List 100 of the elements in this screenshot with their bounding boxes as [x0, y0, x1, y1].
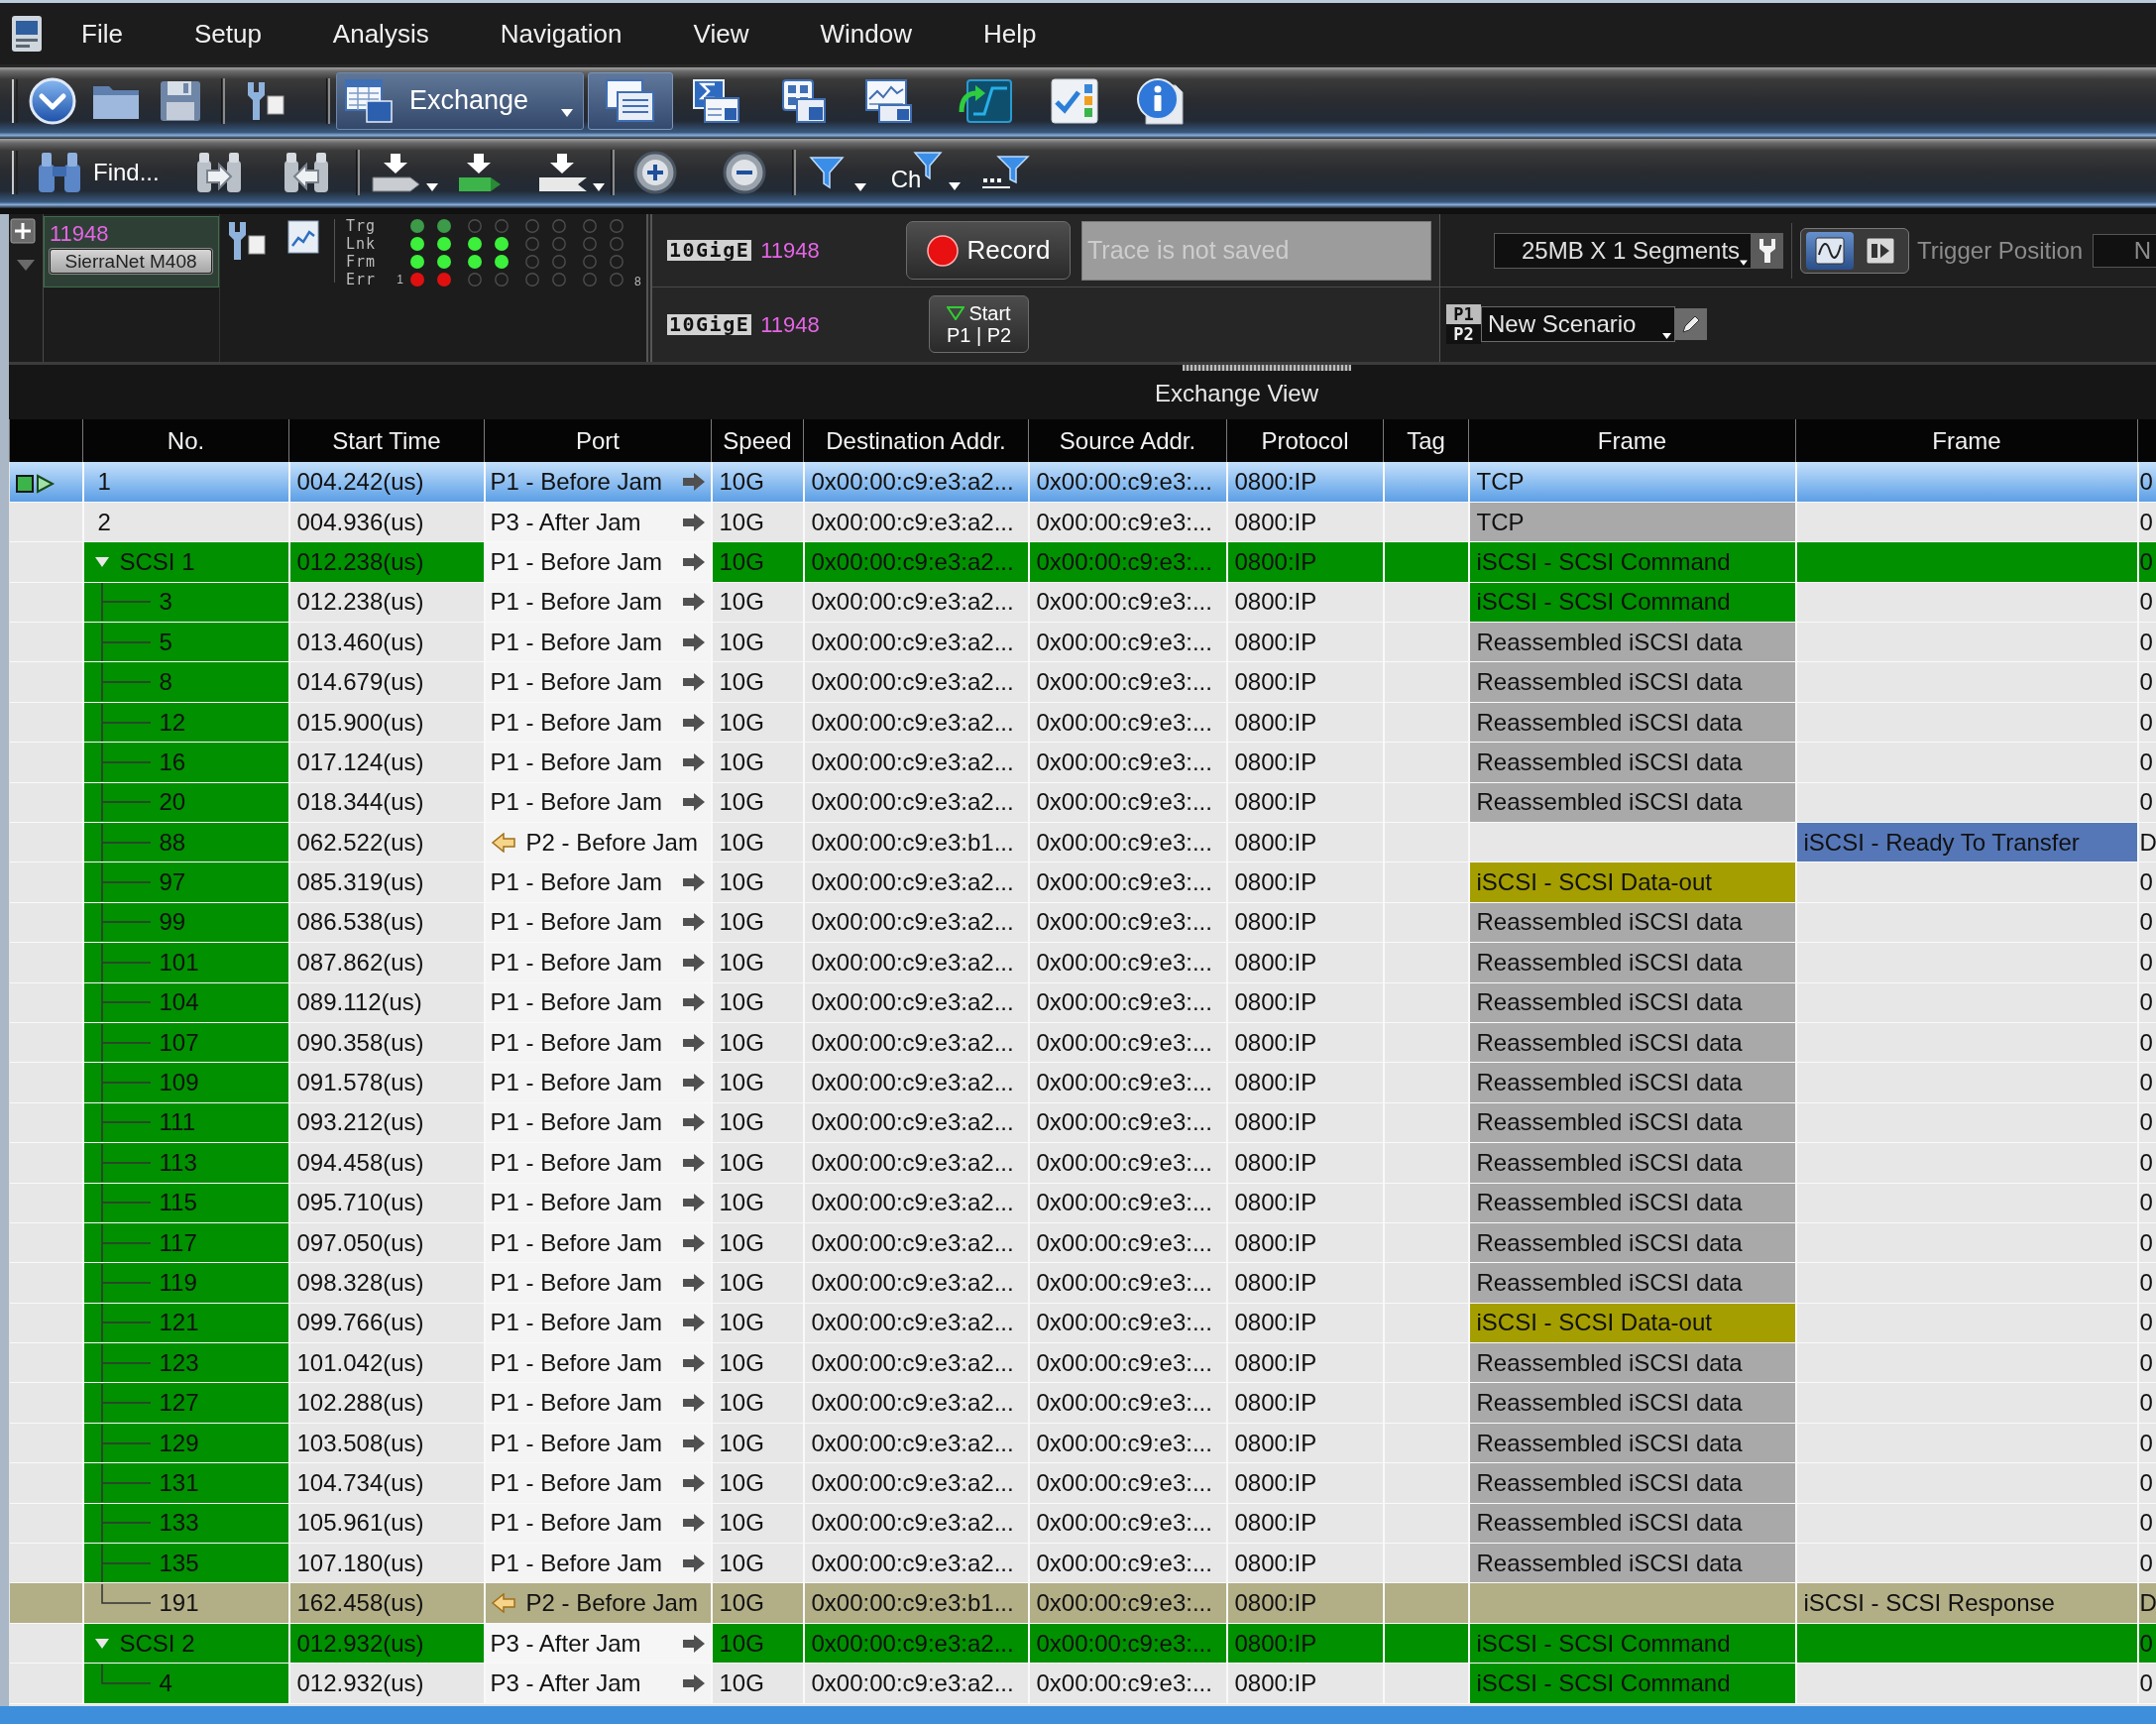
- filter-icon[interactable]: [980, 154, 1031, 190]
- table-cell: 0x00:00:c9:e3:...: [1028, 1342, 1227, 1383]
- splitter-handle[interactable]: [1183, 365, 1351, 371]
- table-row[interactable]: 99 086.538(us) P1 - Before Jam 10G 0x00:00:c9:e3:a2... 0x00:00:c9:e3:... 0800:IP Reassembled iSCSI data 0: [9, 902, 2156, 943]
- table-cell: 102.288(us): [288, 1383, 485, 1424]
- table-cell: 0x00:00:c9:e3:a2...: [803, 1423, 1029, 1463]
- table-row[interactable]: SCSI 2 012.932(us) P3 - After Jam 10G 0x00:00:c9:e3:a2... 0x00:00:c9:e3:... 0800:IP iSCSI - SCSI Command 0: [9, 1623, 2156, 1664]
- minus-circle-icon[interactable]: [722, 150, 766, 194]
- table-row[interactable]: 104 089.112(us) P1 - Before Jam 10G 0x00:00:c9:e3:a2... 0x00:00:c9:e3:... 0800:IP Reassembled iSCSI data 0: [9, 982, 2156, 1023]
- table-row[interactable]: 123 101.042(us) P1 - Before Jam 10G 0x00:00:c9:e3:a2... 0x00:00:c9:e3:... 0800:IP Reassembled iSCSI data 0: [9, 1342, 2156, 1383]
- table-cell: 10G: [711, 541, 804, 583]
- table-cell: 10G: [711, 1462, 804, 1504]
- tree-connector: [100, 1664, 151, 1684]
- table-cell: 0x00:00:c9:e3:...: [1028, 1062, 1227, 1103]
- table-row[interactable]: 1 004.242(us) P1 - Before Jam 10G 0x00:00:c9:e3:a2... 0x00:00:c9:e3:... 0800:IP TCP 0: [9, 462, 2156, 503]
- channel-filter-button[interactable]: Ch: [890, 150, 962, 194]
- table-cell: 012.932(us): [288, 1623, 485, 1664]
- table-row[interactable]: 97 085.319(us) P1 - Before Jam 10G 0x00:00:c9:e3:a2... 0x00:00:c9:e3:... 0800:IP iSCSI - SCSI Data-out 0: [9, 862, 2156, 903]
- table-cell: 0x00:00:c9:e3:...: [1028, 1022, 1227, 1063]
- table-row[interactable]: 4 012.932(us) P3 - After Jam 10G 0x00:00:c9:e3:a2... 0x00:00:c9:e3:... 0800:IP iSCSI - SCSI Command 0: [9, 1663, 2156, 1704]
- edit-button[interactable]: [1675, 308, 1707, 340]
- table-cell: 10G: [711, 1102, 804, 1143]
- row-number: 16: [159, 748, 186, 775]
- waveform-icon[interactable]: [958, 77, 1013, 124]
- start-button[interactable]: Start P1 | P2: [929, 295, 1029, 353]
- table-row[interactable]: 5 013.460(us) P1 - Before Jam 10G 0x00:00:c9:e3:a2... 0x00:00:c9:e3:... 0800:IP Reassembled iSCSI data 0: [9, 622, 2156, 662]
- expand-triangle-icon[interactable]: [94, 556, 109, 567]
- table-cell: 10G: [711, 1222, 804, 1263]
- table-row[interactable]: 133 105.961(us) P1 - Before Jam 10G 0x00:00:c9:e3:a2... 0x00:00:c9:e3:... 0800:IP Reassembled iSCSI data 0: [9, 1503, 2156, 1544]
- table-cell: Reassembled iSCSI data: [1468, 661, 1796, 703]
- download-arrow-icon[interactable]: [370, 151, 422, 193]
- download-arrow-icon[interactable]: [536, 151, 589, 193]
- menu-item[interactable]: Setup: [158, 14, 297, 54]
- table-row[interactable]: 101 087.862(us) P1 - Before Jam 10G 0x00:00:c9:e3:a2... 0x00:00:c9:e3:... 0800:IP Reassembled iSCSI data 0: [9, 942, 2156, 983]
- table-cell: Reassembled iSCSI data: [1468, 1543, 1796, 1583]
- table-row[interactable]: 16 017.124(us) P1 - Before Jam 10G 0x00:00:c9:e3:a2... 0x00:00:c9:e3:... 0800:IP Reassembled iSCSI data 0: [9, 742, 2156, 783]
- filter-icon[interactable]: [808, 154, 845, 190]
- table-cell: 0800:IP: [1226, 1062, 1384, 1103]
- table-cell: 0x00:00:c9:e3:a2...: [803, 942, 1029, 983]
- table-row[interactable]: 117 097.050(us) P1 - Before Jam 10G 0x00:00:c9:e3:a2... 0x00:00:c9:e3:... 0800:IP Reassembled iSCSI data 0: [9, 1222, 2156, 1263]
- binoculars-right-arrow-icon[interactable]: [194, 150, 243, 194]
- device-button[interactable]: SierraNet M408: [50, 249, 212, 274]
- table-row[interactable]: 8 014.679(us) P1 - Before Jam 10G 0x00:00:c9:e3:a2... 0x00:00:c9:e3:... 0800:IP Reassembled iSCSI data 0: [9, 661, 2156, 703]
- find-button[interactable]: Find...: [33, 150, 164, 194]
- binoculars-left-arrow-icon[interactable]: [282, 150, 330, 194]
- table-row[interactable]: 191 162.458(us) P2 - Before Jam 10G 0x00:00:c9:e3:b1... 0x00:00:c9:e3:... 0800:IP iSCSI - SCSI Response D: [9, 1582, 2156, 1624]
- expand-icon[interactable]: [10, 218, 36, 244]
- table-row[interactable]: 3 012.238(us) P1 - Before Jam 10G 0x00:00:c9:e3:a2... 0x00:00:c9:e3:... 0800:IP iSCSI - SCSI Command 0: [9, 582, 2156, 623]
- table-row[interactable]: SCSI 1 012.238(us) P1 - Before Jam 10G 0x00:00:c9:e3:a2... 0x00:00:c9:e3:... 0800:IP iSCSI - SCSI Command 0: [9, 541, 2156, 583]
- table-row[interactable]: 131 104.734(us) P1 - Before Jam 10G 0x00:00:c9:e3:a2... 0x00:00:c9:e3:... 0800:IP Reassembled iSCSI data 0: [9, 1462, 2156, 1504]
- table-cell: 0800:IP: [1226, 1303, 1384, 1343]
- menu-item[interactable]: File: [46, 14, 159, 54]
- table-cell: 101.042(us): [288, 1342, 485, 1383]
- info-icon[interactable]: [1136, 76, 1184, 125]
- down-arrow-circle-icon[interactable]: [29, 76, 76, 125]
- table-row[interactable]: 88 062.522(us) P2 - Before Jam 10G 0x00:00:c9:e3:b1... 0x00:00:c9:e3:... 0800:IP iSCSI - Ready To Transfer D: [9, 822, 2156, 862]
- menu-item[interactable]: View: [657, 14, 785, 54]
- plus-circle-icon[interactable]: [632, 150, 677, 194]
- scenario-dropdown[interactable]: New Scenario: [1481, 306, 1675, 342]
- table-row[interactable]: 107 090.358(us) P1 - Before Jam 10G 0x00:00:c9:e3:a2... 0x00:00:c9:e3:... 0800:IP Reassembled iSCSI data 0: [9, 1022, 2156, 1063]
- tree-connector: [100, 1184, 151, 1222]
- save-icon[interactable]: [160, 79, 201, 122]
- view-selector[interactable]: Exchange: [336, 71, 584, 130]
- tree-connector: [100, 1463, 151, 1502]
- table-row[interactable]: 12 015.900(us) P1 - Before Jam 10G 0x00:00:c9:e3:a2... 0x00:00:c9:e3:... 0800:IP Reassembled iSCSI data 0: [9, 702, 2156, 743]
- download-arrow-icon[interactable]: [456, 151, 503, 193]
- table-row[interactable]: 115 095.710(us) P1 - Before Jam 10G 0x00:00:c9:e3:a2... 0x00:00:c9:e3:... 0800:IP Reassembled iSCSI data 0: [9, 1183, 2156, 1223]
- chart-icon[interactable]: [287, 220, 319, 254]
- expand-triangle-icon[interactable]: [94, 1638, 109, 1649]
- table-row[interactable]: 20 018.344(us) P1 - Before Jam 10G 0x00:00:c9:e3:a2... 0x00:00:c9:e3:... 0800:IP Reassembled iSCSI data 0: [9, 782, 2156, 823]
- checklist-icon[interactable]: [1051, 77, 1098, 124]
- menu-item[interactable]: Window: [784, 14, 948, 54]
- table-cell: 10G: [711, 1543, 804, 1583]
- trigger-mode-button[interactable]: [1805, 231, 1854, 270]
- app-icon[interactable]: [11, 15, 43, 53]
- caret-icon[interactable]: [853, 183, 866, 191]
- table-row[interactable]: 113 094.458(us) P1 - Before Jam 10G 0x00:00:c9:e3:a2... 0x00:00:c9:e3:... 0800:IP Reassembled iSCSI data 0: [9, 1142, 2156, 1184]
- down-triangle-icon[interactable]: [17, 260, 35, 271]
- table-cell: 0x00:00:c9:e3:...: [1028, 1142, 1227, 1184]
- port-id: 11948: [760, 310, 820, 339]
- record-button[interactable]: Record: [906, 221, 1071, 280]
- menu-item[interactable]: Navigation: [464, 14, 658, 54]
- menu-item[interactable]: Analysis: [296, 14, 465, 54]
- menu-item[interactable]: Help: [947, 14, 1073, 54]
- table-row[interactable]: 111 093.212(us) P1 - Before Jam 10G 0x00:00:c9:e3:a2... 0x00:00:c9:e3:... 0800:IP Reassembled iSCSI data 0: [9, 1102, 2156, 1143]
- buffer-size-dropdown[interactable]: 25MB X 1 Segments: [1494, 232, 1752, 269]
- table-row[interactable]: 2 004.936(us) P3 - After Jam 10G 0x00:00:c9:e3:a2... 0x00:00:c9:e3:... 0800:IP TCP 0: [9, 502, 2156, 542]
- caret-icon[interactable]: [592, 183, 605, 191]
- table-cell: 0800:IP: [1226, 1183, 1384, 1223]
- caret-icon[interactable]: [425, 183, 438, 191]
- table-row[interactable]: 135 107.180(us) P1 - Before Jam 10G 0x00:00:c9:e3:a2... 0x00:00:c9:e3:... 0800:IP Reassembled iSCSI data 0: [9, 1543, 2156, 1583]
- table-row[interactable]: 127 102.288(us) P1 - Before Jam 10G 0x00:00:c9:e3:a2... 0x00:00:c9:e3:... 0800:IP Reassembled iSCSI data 0: [9, 1383, 2156, 1424]
- trigger-position-field[interactable]: N: [2093, 233, 2156, 268]
- table-row[interactable]: 119 098.328(us) P1 - Before Jam 10G 0x00:00:c9:e3:a2... 0x00:00:c9:e3:... 0800:IP Reassembled iSCSI data 0: [9, 1262, 2156, 1304]
- table-row[interactable]: 109 091.578(us) P1 - Before Jam 10G 0x00:00:c9:e3:a2... 0x00:00:c9:e3:... 0800:IP Reassembled iSCSI data 0: [9, 1062, 2156, 1103]
- table-row[interactable]: 129 103.508(us) P1 - Before Jam 10G 0x00:00:c9:e3:a2... 0x00:00:c9:e3:... 0800:IP Reassembled iSCSI data 0: [9, 1423, 2156, 1463]
- table-row[interactable]: 121 099.766(us) P1 - Before Jam 10G 0x00:00:c9:e3:a2... 0x00:00:c9:e3:... 0800:IP iSCSI - SCSI Data-out 0: [9, 1303, 2156, 1343]
- table-cell: 091.578(us): [288, 1062, 485, 1103]
- view-button[interactable]: [588, 71, 673, 130]
- settings-button[interactable]: [1752, 232, 1783, 269]
